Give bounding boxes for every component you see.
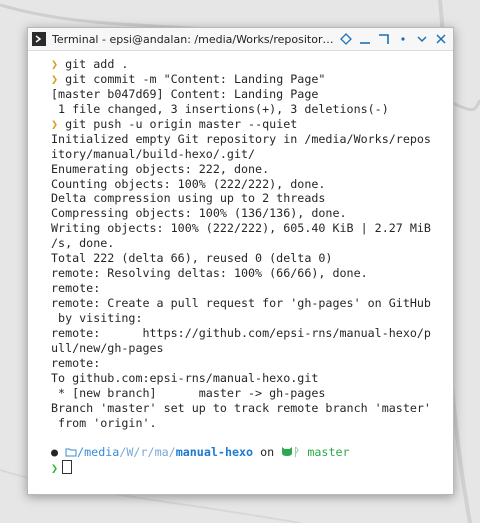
- minimize-icon[interactable]: [357, 31, 373, 47]
- output-line: Delta compression using up to 2 threads: [51, 191, 326, 206]
- chevron-icon[interactable]: [414, 31, 430, 47]
- path-part: r: [140, 445, 148, 460]
- maximize-icon[interactable]: [376, 31, 392, 47]
- output-line: remote:: [51, 281, 101, 296]
- prompt-symbol: ❯: [51, 116, 59, 131]
- branch-name: master: [307, 445, 350, 460]
- prompt-symbol: ❯: [51, 57, 59, 71]
- github-icon: [281, 445, 293, 459]
- prompt-status-line: ● /media/W/r/ma/manual-hexo on ᚹ master: [51, 445, 350, 460]
- prompt-symbol: ❯: [51, 71, 59, 86]
- status-bullet: ●: [51, 445, 59, 460]
- dot-icon[interactable]: [395, 31, 411, 47]
- output-line: Total 222 (delta 66), reused 0 (delta 0): [51, 251, 333, 266]
- command-line: ❯ git add .: [51, 57, 453, 72]
- output-line: * [new branch] master -> gh-pages: [51, 385, 326, 400]
- command-text: git add .: [65, 57, 129, 71]
- output-line: remote:: [51, 355, 101, 370]
- terminal-output[interactable]: ❯ git add . ❯ git commit -m "Content: Lan…: [28, 51, 453, 475]
- terminal-icon: [32, 32, 46, 46]
- on-word: on: [260, 445, 275, 460]
- output-line: Initialized empty Git repository in /med…: [51, 131, 431, 146]
- command-text: git push -u origin master --quiet: [65, 116, 298, 131]
- output-line: from 'origin'.: [51, 415, 157, 430]
- branch-icon: ᚹ: [293, 445, 301, 460]
- command-line: ❯ git commit -m "Content: Landing Page": [51, 72, 453, 87]
- output-line: Branch 'master' set up to track remote b…: [51, 400, 431, 415]
- output-line: Compressing objects: 100% (136/136), don…: [51, 206, 347, 221]
- output-line: Enumerating objects: 222, done.: [51, 161, 270, 176]
- output-line: ull/new/gh-pages: [51, 340, 164, 355]
- output-line: by visiting:: [51, 310, 143, 325]
- command-text: git commit -m "Content: Landing Page": [65, 71, 326, 86]
- output-line: Counting objects: 100% (222/222), done.: [51, 176, 326, 191]
- diamond-icon[interactable]: [338, 31, 354, 47]
- path-part: ma: [154, 445, 169, 460]
- output-line: To github.com:epsi-rns/manual-hexo.git: [51, 370, 319, 385]
- folder-icon: [65, 445, 77, 459]
- prompt-symbol: ❯: [51, 461, 59, 476]
- output-line: remote: Resolving deltas: 100% (66/66), …: [51, 266, 368, 281]
- output-line: Writing objects: 100% (222/222), 605.40 …: [51, 221, 431, 236]
- terminal-window: Terminal - epsi@andalan: /media/Works/re…: [27, 27, 454, 495]
- prompt-input-line[interactable]: ❯: [51, 460, 453, 475]
- output-line: itory/manual/build-hexo/.git/: [51, 146, 256, 161]
- close-icon[interactable]: [433, 31, 449, 47]
- title-bar[interactable]: Terminal - epsi@andalan: /media/Works/re…: [28, 28, 453, 51]
- output-line: remote: Create a pull request for 'gh-pa…: [51, 296, 431, 310]
- output-line: [master b047d69] Content: Landing Page: [51, 86, 319, 101]
- window-title: Terminal - epsi@andalan: /media/Works/re…: [52, 32, 338, 46]
- output-line: remote: https://github.com/epsi-rns/manu…: [51, 325, 431, 340]
- text-cursor: [62, 460, 73, 475]
- output-line: 1 file changed, 3 insertions(+), 3 delet…: [51, 101, 389, 116]
- path-root: /media: [77, 445, 120, 460]
- output-line: /s, done.: [51, 236, 115, 251]
- path-current: manual-hexo: [175, 445, 254, 460]
- command-line: ❯ git push -u origin master --quiet: [51, 117, 453, 132]
